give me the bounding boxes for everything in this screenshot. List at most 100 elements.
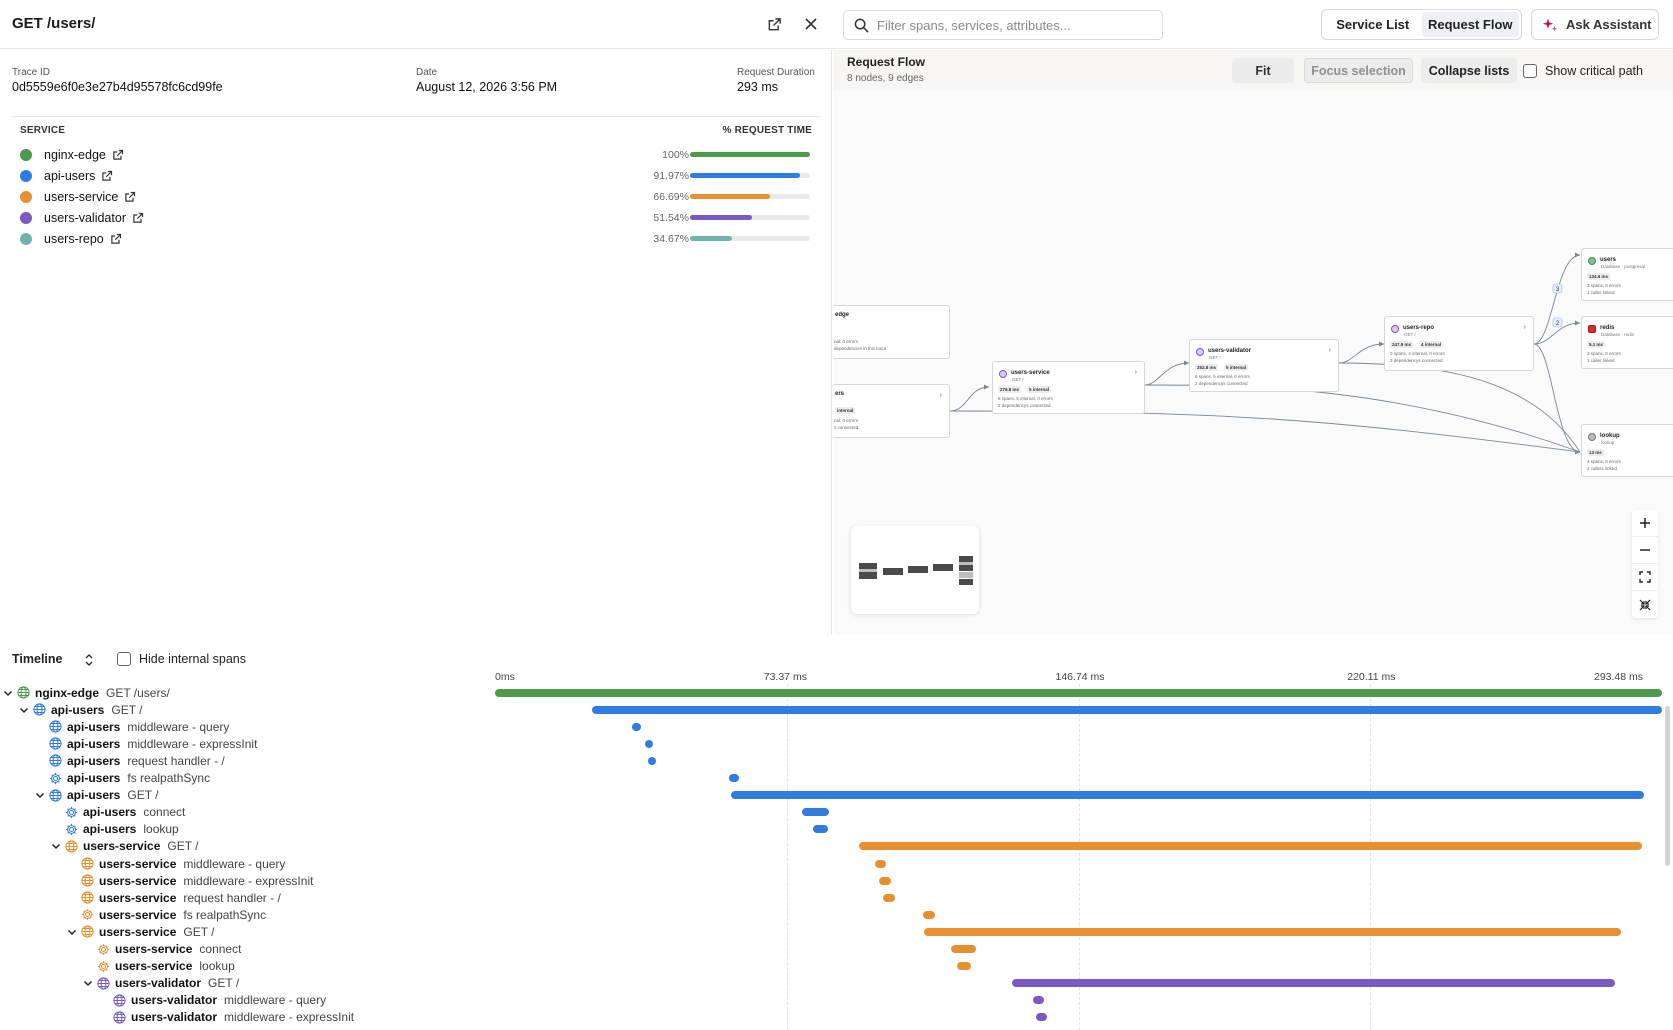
open-external-icon[interactable] [124,191,136,203]
chevron-right-icon[interactable]: › [1329,347,1331,354]
service-icon [999,370,1007,378]
span-bar[interactable] [859,842,1642,851]
span-row[interactable]: api-users request handler - / [0,752,495,769]
open-external-icon[interactable] [110,233,122,245]
chevron-down-icon[interactable] [34,790,46,800]
sort-toggle-icon[interactable] [83,652,95,671]
service-name[interactable]: users-service [44,190,118,204]
tab-request-flow[interactable]: Request Flow [1421,12,1519,37]
span-bar[interactable] [957,962,972,971]
span-row[interactable]: api-users middleware - expressInit [0,735,495,752]
trace-header: GET /users/ Service List Request Flow As… [0,0,1673,49]
span-bar[interactable] [801,808,829,817]
span-bar[interactable] [591,705,1662,714]
service-name[interactable]: nginx-edge [44,148,106,162]
span-bar[interactable] [1012,979,1615,988]
service-name[interactable]: users-repo [44,232,104,246]
zoom-out-icon[interactable] [1632,537,1658,564]
open-external-icon[interactable] [101,170,113,182]
flow-node-users-db[interactable]: users Database - postgresql 134.6 ms 3 s… [1581,248,1673,301]
flow-node-nginx-edge[interactable]: edge nal, 0 errors dependencies in this … [834,305,950,359]
span-row[interactable]: users-validator middleware - query [0,992,495,1009]
span-row[interactable]: users-service middleware - expressInit [0,872,495,889]
span-bar[interactable] [728,774,740,782]
span-bar[interactable] [923,910,935,919]
globe-icon [49,789,62,802]
span-bar[interactable] [924,927,1621,936]
span-bar[interactable] [883,893,896,902]
span-row[interactable]: users-service fs realpathSync [0,906,495,923]
service-row[interactable]: users-service 66.69% [12,186,820,207]
node-line: dependencies in this trace [834,346,887,351]
span-row[interactable]: users-service middleware - query [0,855,495,872]
ask-assistant-button[interactable]: Ask Assistant [1531,9,1659,40]
span-row[interactable]: nginx-edge GET /users/ [0,684,495,701]
open-external-icon[interactable] [132,212,144,224]
zoom-in-icon[interactable] [1632,510,1658,537]
span-bar[interactable] [879,876,891,885]
chevron-down-icon[interactable] [2,688,14,698]
hide-internal-toggle[interactable]: Hide internal spans [117,652,246,666]
span-row[interactable]: users-service GET / [0,838,495,855]
flow-node-users-validator[interactable]: users-validator GET / › 252.8 ms 5 inter… [1189,339,1339,392]
close-icon[interactable] [801,14,821,34]
fit-view-icon[interactable] [1632,564,1658,591]
service-row[interactable]: users-repo 34.67% [12,228,820,249]
span-bar[interactable] [813,825,828,834]
trace-id-label: Trace ID [12,67,50,78]
chevron-down-icon[interactable] [66,927,78,937]
search-box[interactable] [843,10,1163,40]
span-bar[interactable] [1035,1013,1048,1022]
span-row[interactable]: api-users connect [0,804,495,821]
span-bar[interactable] [1032,996,1045,1005]
service-bar-track [690,152,810,157]
service-row[interactable]: api-users 91.97% [12,165,820,186]
fullscreen-icon[interactable] [1632,591,1658,618]
span-row[interactable]: api-users GET / [0,787,495,804]
span-bar[interactable] [648,756,657,765]
node-badge: internal [835,407,856,414]
flow-minimap[interactable] [851,526,979,614]
span-row[interactable]: api-users fs realpathSync [0,770,495,787]
node-line: 3 dependencys connected [1390,358,1443,363]
service-name[interactable]: api-users [44,169,95,183]
tab-service-list[interactable]: Service List [1324,12,1422,37]
flow-node-api-users[interactable]: ers › internal nal, 0 errors s connected [834,384,950,438]
span-bar[interactable] [632,722,641,731]
chevron-down-icon[interactable] [82,978,94,988]
hide-internal-checkbox[interactable] [117,652,131,666]
timeline-scrollbar[interactable] [1665,706,1670,866]
span-row[interactable]: users-validator middleware - expressInit [0,1009,495,1026]
flow-node-users-service[interactable]: users-service GET / › 276.8 ms 5 interna… [992,361,1145,414]
span-row[interactable]: users-service GET / [0,923,495,940]
span-row[interactable]: users-service lookup [0,958,495,975]
node-line: nal, 0 errors [834,339,859,344]
chevron-right-icon[interactable]: › [1135,369,1137,376]
chevron-right-icon[interactable]: › [1524,324,1526,331]
service-row[interactable]: nginx-edge 100% [12,144,820,165]
open-external-icon[interactable] [112,149,124,161]
span-bar[interactable] [495,688,1662,697]
span-row[interactable]: api-users middleware - query [0,718,495,735]
span-bar[interactable] [951,945,976,953]
chevron-right-icon[interactable]: › [940,392,942,399]
span-bar[interactable] [644,739,653,748]
search-input[interactable] [877,17,1147,33]
span-row[interactable]: api-users GET / [0,701,495,718]
flow-node-users-repo[interactable]: users-repo GET / › 247.9 ms 4 internal 0… [1384,316,1534,371]
service-name[interactable]: users-validator [44,211,126,225]
service-pct: 91.97% [653,169,689,182]
chevron-down-icon[interactable] [50,841,62,851]
flow-node-redis[interactable]: redis Database - redis 5.1 ms 3 spans, 0… [1581,316,1673,369]
span-row[interactable]: users-service request handler - / [0,889,495,906]
service-row[interactable]: users-validator 51.54% [12,207,820,228]
span-bar[interactable] [874,859,887,868]
chevron-down-icon[interactable] [18,705,30,715]
flow-node-lookup[interactable]: lookup lookup 13 ms 4 spans, 0 errors 4 … [1581,424,1673,477]
span-bar[interactable] [731,791,1645,800]
open-external-icon[interactable] [764,14,784,34]
span-row[interactable]: api-users lookup [0,821,495,838]
service-color-dot [20,190,32,203]
span-row[interactable]: users-validator GET / [0,975,495,992]
span-row[interactable]: users-service connect [0,941,495,958]
